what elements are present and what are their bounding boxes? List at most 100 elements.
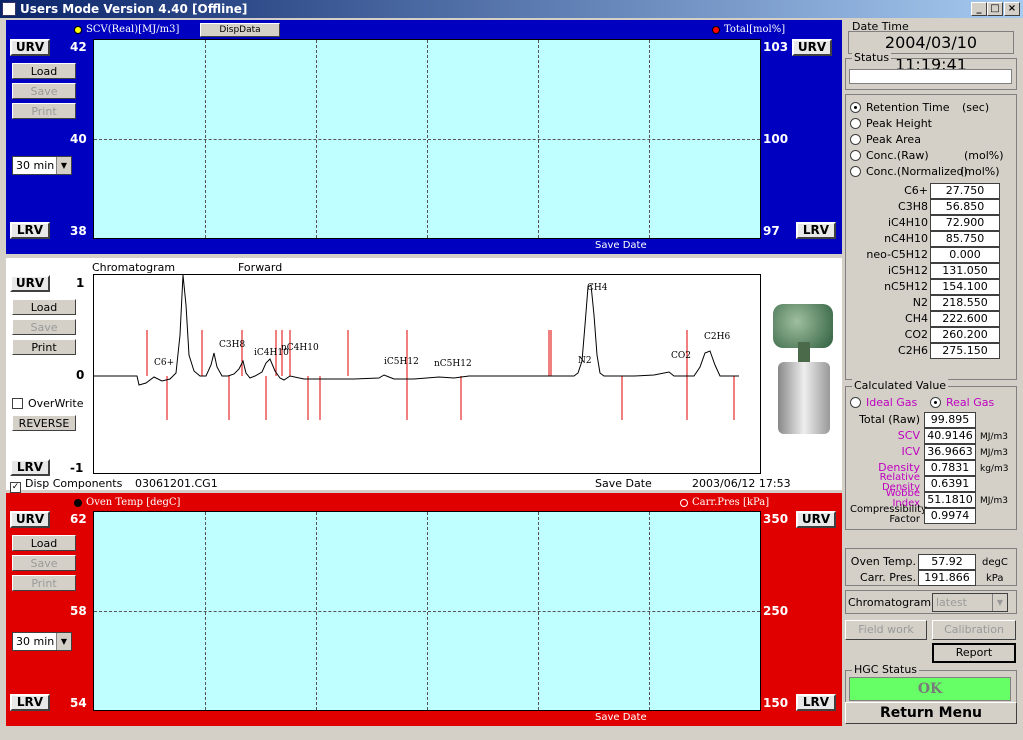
bottom-range-select[interactable]: 30 min ▼ xyxy=(12,632,72,651)
scv-legend-dot xyxy=(74,25,82,34)
top-urv-right-button[interactable]: URV xyxy=(792,39,832,56)
top-left-axis-min: 38 xyxy=(70,224,87,238)
chrom-save-date: 2003/06/12 17:53 xyxy=(692,477,791,490)
radio-ideal-gas-circle[interactable] xyxy=(850,397,861,408)
overwrite-check-box[interactable] xyxy=(12,398,23,409)
peak-label: CO2 xyxy=(671,351,691,361)
chromatogram-select-value: latest xyxy=(936,596,967,609)
close-icon[interactable]: × xyxy=(1004,2,1020,16)
bottom-right-axis-max: 350 xyxy=(763,512,789,526)
report-button[interactable]: Report xyxy=(932,643,1016,663)
overwrite-checkbox[interactable]: OverWrite xyxy=(12,397,84,410)
oven-trend-panel: Oven Temp [degC] Carr.Pres [kPa] URV LRV… xyxy=(6,493,842,726)
component-name: nC5H12 xyxy=(884,280,928,293)
radio-ideal-gas[interactable]: Ideal Gas xyxy=(850,396,917,409)
disp-components-checkbox[interactable]: ✓ Disp Components xyxy=(10,477,122,493)
radio-peak-height-circle[interactable] xyxy=(850,118,861,129)
title-bar: Users Mode Version 4.40 [Offline] _ □ × xyxy=(0,0,1023,18)
radio-peak-height[interactable]: Peak Height xyxy=(850,117,932,130)
oven-legend: Oven Temp [degC] xyxy=(74,497,180,508)
chrom-lrv-button[interactable]: LRV xyxy=(10,459,50,476)
chrom-load-button[interactable]: Load xyxy=(12,299,76,315)
hgc-status-group: HGC Status OK xyxy=(845,663,1017,704)
top-lrv-right-button[interactable]: LRV xyxy=(796,222,836,239)
analyzer-image xyxy=(768,304,838,434)
bottom-lrv-right-button[interactable]: LRV xyxy=(796,694,836,711)
oven-temp-value: 57.92 xyxy=(918,554,976,570)
chromatogram-select-label: Chromatogram xyxy=(848,596,932,609)
top-lrv-button[interactable]: LRV xyxy=(10,222,50,239)
component-value: 27.750 xyxy=(930,183,1000,199)
chromatogram-select: latest ▼ xyxy=(932,593,1008,612)
scv-trend-plot[interactable] xyxy=(93,39,761,239)
bottom-urv-button[interactable]: URV xyxy=(10,511,50,528)
top-load-button[interactable]: Load xyxy=(12,63,76,79)
oven-trend-plot[interactable] xyxy=(93,511,761,711)
chevron-down-icon[interactable]: ▼ xyxy=(56,633,71,650)
window-title: Users Mode Version 4.40 [Offline] xyxy=(20,2,248,16)
bottom-lrv-button[interactable]: LRV xyxy=(10,694,50,711)
minimize-icon[interactable]: _ xyxy=(971,2,987,16)
top-range-value: 30 min xyxy=(16,159,55,172)
top-urv-button[interactable]: URV xyxy=(10,39,50,56)
carrpres-legend: Carr.Pres [kPa] xyxy=(680,497,769,508)
reverse-button[interactable]: REVERSE xyxy=(12,415,76,431)
overwrite-label: OverWrite xyxy=(28,397,84,410)
radio-retention-time-circle[interactable] xyxy=(850,102,861,113)
radio-conc-normalized-circle[interactable] xyxy=(850,166,861,177)
radio-conc-raw[interactable]: Conc.(Raw) xyxy=(850,149,929,162)
scv-legend-label: SCV(Real)[MJ/m3] xyxy=(86,24,180,35)
chevron-down-icon[interactable]: ▼ xyxy=(56,157,71,174)
total-raw-value: 99.895 xyxy=(924,412,976,428)
chromatogram-direction: Forward xyxy=(238,261,283,274)
bottom-save-date-label: Save Date xyxy=(595,712,647,723)
scv-value: 40.9146 xyxy=(924,428,976,444)
scv-unit: MJ/m3 xyxy=(980,432,1008,442)
radio-conc-raw-label: Conc.(Raw) xyxy=(866,149,929,162)
bottom-load-button[interactable]: Load xyxy=(12,535,76,551)
oven-legend-dot xyxy=(74,498,82,507)
chromatogram-select-group: Chromatogram latest ▼ xyxy=(845,590,1017,614)
icv-unit: MJ/m3 xyxy=(980,448,1008,458)
icv-value: 36.9663 xyxy=(924,444,976,460)
bottom-save-button: Save xyxy=(12,555,76,571)
radio-conc-normalized[interactable]: Conc.(Normalized) xyxy=(850,165,968,178)
component-name: CH4 xyxy=(905,312,928,325)
bottom-urv-right-button[interactable]: URV xyxy=(796,511,836,528)
oven-group: Oven Temp. 57.92 degC Carr. Pres. 191.86… xyxy=(845,548,1017,586)
disp-data-button[interactable]: DispData xyxy=(200,23,280,37)
radio-conc-raw-circle[interactable] xyxy=(850,150,861,161)
calculated-group: Calculated Value Ideal Gas Real Gas Tota… xyxy=(845,379,1017,530)
component-name: C3H8 xyxy=(898,200,928,213)
component-name: neo-C5H12 xyxy=(866,248,928,261)
radio-peak-area-circle[interactable] xyxy=(850,134,861,145)
wobbe-index-value: 51.1810 xyxy=(924,492,976,508)
radio-peak-area[interactable]: Peak Area xyxy=(850,133,921,146)
analyzer-neck xyxy=(798,342,810,364)
top-range-select[interactable]: 30 min ▼ xyxy=(12,156,72,175)
carrpres-legend-dot xyxy=(680,498,688,507)
bottom-right-axis-min: 150 xyxy=(763,696,789,710)
conc-raw-unit: (mol%) xyxy=(964,149,1004,162)
return-menu-button[interactable]: Return Menu xyxy=(845,702,1017,724)
datetime-group: Date Time 2004/03/10 11:19:41 xyxy=(845,20,1017,74)
radio-retention-time[interactable]: Retention Time xyxy=(850,101,949,114)
radio-conc-normalized-label: Conc.(Normalized) xyxy=(866,165,968,178)
radio-peak-area-label: Peak Area xyxy=(866,133,921,146)
compressibility-value: 0.9974 xyxy=(924,508,976,524)
check-icon[interactable]: ✓ xyxy=(10,482,21,493)
maximize-icon[interactable]: □ xyxy=(987,2,1003,16)
calibration-button: Calibration xyxy=(932,620,1016,640)
peak-label: nC4H10 xyxy=(281,343,319,353)
chromatogram-plot[interactable]: C6+ C3H8 iC4H10 nC4H10 iC5H12 nC5H12 N2 … xyxy=(93,274,761,474)
carrpres-legend-label: Carr.Pres [kPa] xyxy=(692,497,770,508)
component-value: 131.050 xyxy=(930,263,1000,279)
chrom-print-button[interactable]: Print xyxy=(12,339,76,355)
radio-real-gas[interactable]: Real Gas xyxy=(930,396,994,409)
top-left-axis-max: 42 xyxy=(70,40,87,54)
component-value: 0.000 xyxy=(930,247,1000,263)
component-name: C6+ xyxy=(904,184,928,197)
oven-legend-label: Oven Temp [degC] xyxy=(86,497,181,508)
chrom-urv-button[interactable]: URV xyxy=(10,275,50,292)
radio-real-gas-circle[interactable] xyxy=(930,397,941,408)
